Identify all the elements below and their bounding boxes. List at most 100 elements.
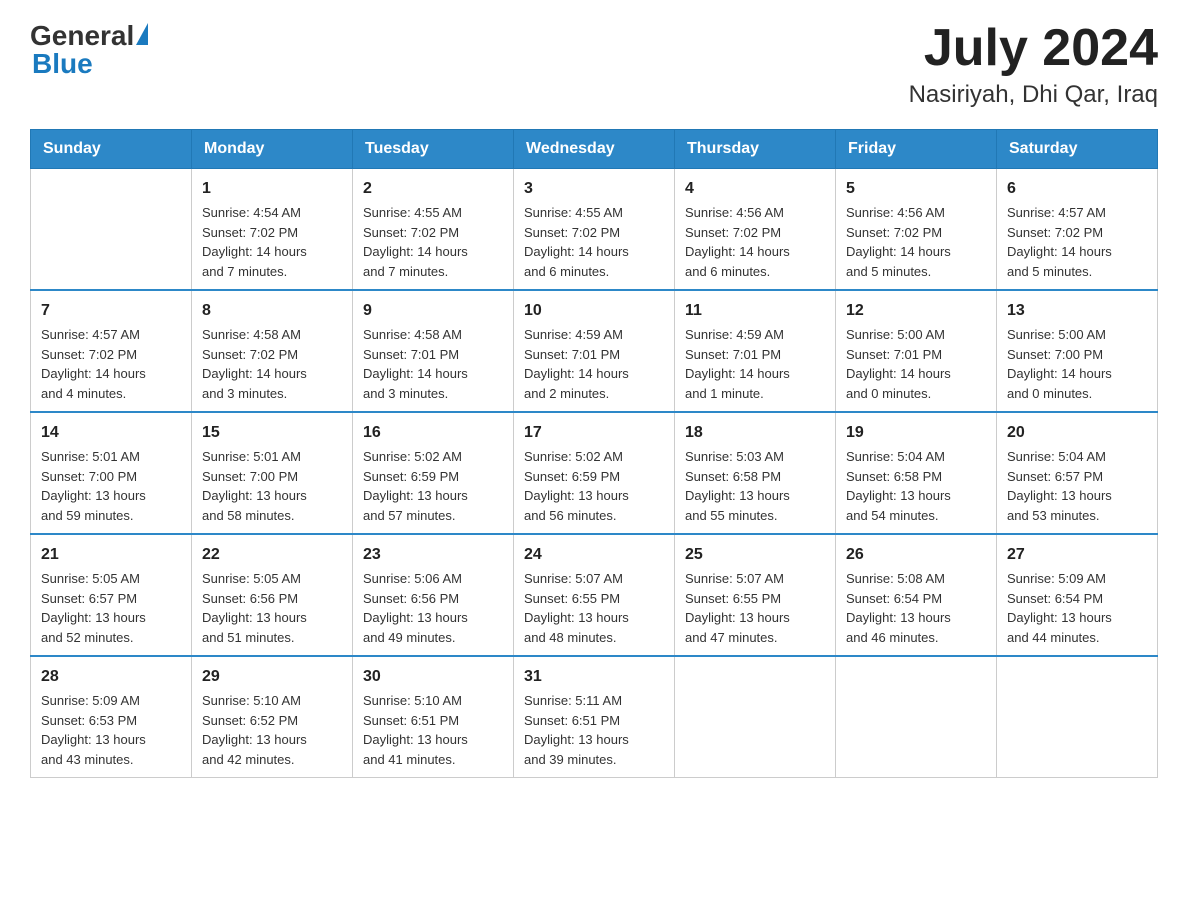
calendar-cell: 25Sunrise: 5:07 AMSunset: 6:55 PMDayligh… <box>675 534 836 656</box>
calendar-cell: 5Sunrise: 4:56 AMSunset: 7:02 PMDaylight… <box>836 169 997 291</box>
day-detail: and 5 minutes. <box>1007 262 1147 282</box>
day-detail: Sunrise: 5:01 AM <box>41 447 181 467</box>
day-detail: Sunset: 6:53 PM <box>41 711 181 731</box>
day-detail: Sunrise: 5:07 AM <box>685 569 825 589</box>
day-detail: and 55 minutes. <box>685 506 825 526</box>
day-detail: Sunrise: 4:56 AM <box>846 203 986 223</box>
day-detail: Sunset: 7:02 PM <box>41 345 181 365</box>
day-detail: Sunset: 6:57 PM <box>1007 467 1147 487</box>
day-detail: and 49 minutes. <box>363 628 503 648</box>
calendar-table: SundayMondayTuesdayWednesdayThursdayFrid… <box>30 129 1158 778</box>
day-detail: Daylight: 14 hours <box>202 242 342 262</box>
calendar-cell: 4Sunrise: 4:56 AMSunset: 7:02 PMDaylight… <box>675 169 836 291</box>
day-number: 25 <box>685 543 825 567</box>
column-header-friday: Friday <box>836 130 997 169</box>
day-detail: Sunrise: 5:10 AM <box>202 691 342 711</box>
day-detail: Daylight: 14 hours <box>363 364 503 384</box>
calendar-cell: 20Sunrise: 5:04 AMSunset: 6:57 PMDayligh… <box>997 412 1158 534</box>
day-detail: and 3 minutes. <box>363 384 503 404</box>
day-detail: Daylight: 13 hours <box>685 486 825 506</box>
day-detail: Sunrise: 4:58 AM <box>363 325 503 345</box>
calendar-cell: 14Sunrise: 5:01 AMSunset: 7:00 PMDayligh… <box>31 412 192 534</box>
day-detail: Daylight: 13 hours <box>1007 486 1147 506</box>
day-detail: and 54 minutes. <box>846 506 986 526</box>
day-detail: Daylight: 13 hours <box>363 486 503 506</box>
day-detail: Sunrise: 5:07 AM <box>524 569 664 589</box>
day-detail: and 4 minutes. <box>41 384 181 404</box>
day-detail: Sunrise: 5:05 AM <box>41 569 181 589</box>
day-number: 10 <box>524 299 664 323</box>
calendar-cell <box>997 656 1158 778</box>
day-number: 2 <box>363 177 503 201</box>
calendar-cell: 28Sunrise: 5:09 AMSunset: 6:53 PMDayligh… <box>31 656 192 778</box>
calendar-cell <box>675 656 836 778</box>
calendar-cell: 21Sunrise: 5:05 AMSunset: 6:57 PMDayligh… <box>31 534 192 656</box>
day-detail: Sunset: 7:02 PM <box>1007 223 1147 243</box>
day-detail: Sunrise: 5:04 AM <box>1007 447 1147 467</box>
day-detail: Sunset: 6:56 PM <box>363 589 503 609</box>
day-detail: Sunrise: 5:01 AM <box>202 447 342 467</box>
day-detail: Sunrise: 4:58 AM <box>202 325 342 345</box>
calendar-cell: 1Sunrise: 4:54 AMSunset: 7:02 PMDaylight… <box>192 169 353 291</box>
day-detail: Sunset: 7:02 PM <box>363 223 503 243</box>
day-detail: Daylight: 13 hours <box>41 486 181 506</box>
day-detail: Sunset: 6:54 PM <box>1007 589 1147 609</box>
day-detail: Sunrise: 5:00 AM <box>846 325 986 345</box>
day-detail: and 7 minutes. <box>363 262 503 282</box>
calendar-cell: 17Sunrise: 5:02 AMSunset: 6:59 PMDayligh… <box>514 412 675 534</box>
day-detail: Sunset: 6:55 PM <box>685 589 825 609</box>
day-detail: and 7 minutes. <box>202 262 342 282</box>
day-detail: and 56 minutes. <box>524 506 664 526</box>
week-row-2: 7Sunrise: 4:57 AMSunset: 7:02 PMDaylight… <box>31 290 1158 412</box>
day-detail: Daylight: 13 hours <box>202 730 342 750</box>
day-detail: and 46 minutes. <box>846 628 986 648</box>
day-detail: Sunset: 7:02 PM <box>202 345 342 365</box>
calendar-cell: 8Sunrise: 4:58 AMSunset: 7:02 PMDaylight… <box>192 290 353 412</box>
page-header: General Blue July 2024 Nasiriyah, Dhi Qa… <box>30 20 1158 109</box>
day-detail: and 57 minutes. <box>363 506 503 526</box>
day-detail: and 48 minutes. <box>524 628 664 648</box>
calendar-cell: 22Sunrise: 5:05 AMSunset: 6:56 PMDayligh… <box>192 534 353 656</box>
day-detail: Sunset: 7:01 PM <box>524 345 664 365</box>
day-number: 7 <box>41 299 181 323</box>
day-number: 27 <box>1007 543 1147 567</box>
day-detail: Sunset: 6:55 PM <box>524 589 664 609</box>
day-detail: Sunrise: 5:08 AM <box>846 569 986 589</box>
day-detail: Sunrise: 4:55 AM <box>524 203 664 223</box>
day-detail: Sunset: 7:02 PM <box>685 223 825 243</box>
day-detail: and 44 minutes. <box>1007 628 1147 648</box>
week-row-3: 14Sunrise: 5:01 AMSunset: 7:00 PMDayligh… <box>31 412 1158 534</box>
day-detail: Sunrise: 5:00 AM <box>1007 325 1147 345</box>
day-detail: Sunset: 6:57 PM <box>41 589 181 609</box>
day-detail: Daylight: 14 hours <box>846 364 986 384</box>
calendar-cell: 10Sunrise: 4:59 AMSunset: 7:01 PMDayligh… <box>514 290 675 412</box>
calendar-cell <box>836 656 997 778</box>
day-number: 12 <box>846 299 986 323</box>
logo-blue-text: Blue <box>32 48 93 80</box>
calendar-cell: 15Sunrise: 5:01 AMSunset: 7:00 PMDayligh… <box>192 412 353 534</box>
day-number: 16 <box>363 421 503 445</box>
day-detail: and 5 minutes. <box>846 262 986 282</box>
day-detail: Sunrise: 4:59 AM <box>685 325 825 345</box>
day-detail: Sunrise: 5:05 AM <box>202 569 342 589</box>
day-number: 23 <box>363 543 503 567</box>
calendar-cell <box>31 169 192 291</box>
day-number: 29 <box>202 665 342 689</box>
day-detail: Daylight: 13 hours <box>524 608 664 628</box>
day-number: 24 <box>524 543 664 567</box>
week-row-4: 21Sunrise: 5:05 AMSunset: 6:57 PMDayligh… <box>31 534 1158 656</box>
day-detail: and 41 minutes. <box>363 750 503 770</box>
day-detail: Sunset: 6:56 PM <box>202 589 342 609</box>
title-section: July 2024 Nasiriyah, Dhi Qar, Iraq <box>909 20 1158 109</box>
day-detail: Sunrise: 5:10 AM <box>363 691 503 711</box>
day-detail: Sunrise: 5:11 AM <box>524 691 664 711</box>
day-detail: Sunset: 7:00 PM <box>41 467 181 487</box>
day-detail: Daylight: 13 hours <box>41 730 181 750</box>
day-detail: Sunrise: 4:57 AM <box>1007 203 1147 223</box>
calendar-cell: 7Sunrise: 4:57 AMSunset: 7:02 PMDaylight… <box>31 290 192 412</box>
day-detail: Sunrise: 5:06 AM <box>363 569 503 589</box>
day-detail: Sunset: 7:02 PM <box>202 223 342 243</box>
day-detail: Sunrise: 5:03 AM <box>685 447 825 467</box>
day-detail: and 6 minutes. <box>524 262 664 282</box>
day-number: 8 <box>202 299 342 323</box>
